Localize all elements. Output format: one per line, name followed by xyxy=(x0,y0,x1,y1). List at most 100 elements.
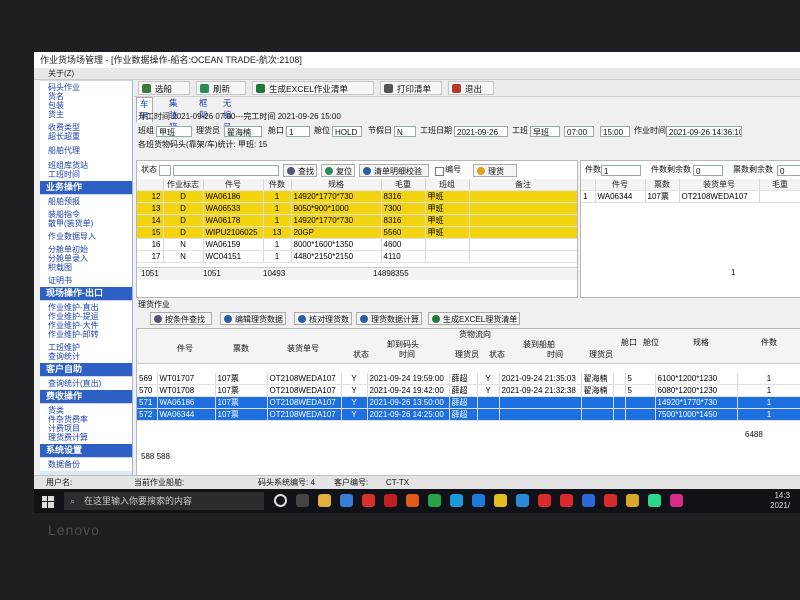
app-icon[interactable] xyxy=(406,494,419,507)
table-row[interactable]: 1 WA06344 107票 OT2108WEDA107 xyxy=(581,190,800,203)
clock[interactable]: 14:3 2021/ xyxy=(770,491,790,511)
app-icon[interactable] xyxy=(626,494,639,507)
sidebar-item[interactable]: 理货费计算 xyxy=(48,433,128,442)
app-icon[interactable] xyxy=(494,494,507,507)
table-row[interactable]: 572 WA06344 107票 OT2108WEDA107 Y 2021-09-26 1… xyxy=(137,408,800,421)
table-row[interactable]: 569 WT01707 107票 OT2108WEDA107 Y 2021-09-24 1… xyxy=(137,373,800,385)
table-row[interactable]: 12 D WA06186 1 14920*1770*730 8316 甲班 xyxy=(137,190,577,203)
sidebar-item[interactable]: 积载图 xyxy=(48,263,128,272)
sidebar-item[interactable]: 船舶预报 xyxy=(48,197,128,206)
sidebar-item[interactable]: 船舶代理 xyxy=(48,146,128,155)
sidebar-item[interactable]: 超长超重 xyxy=(48,132,128,141)
sidebar-item[interactable]: 计费项目 xyxy=(48,424,128,433)
class-select[interactable]: 早班 xyxy=(530,126,560,137)
edit-tally-button[interactable]: 编辑理货数据 xyxy=(220,312,286,325)
windows-start-icon[interactable] xyxy=(42,495,54,508)
menu-about[interactable]: 关于(Z) xyxy=(34,68,800,80)
sidebar-item[interactable]: 码头作业 xyxy=(48,83,128,92)
sidebar-item[interactable]: 包装 xyxy=(48,101,128,110)
sidebar-item[interactable]: 件杂货费率 xyxy=(48,415,128,424)
start-time-field[interactable]: 07:00 xyxy=(564,126,594,137)
sidebar-item[interactable]: 收费类型 xyxy=(48,123,128,132)
sidebar-head-export[interactable]: 现场操作-出口 xyxy=(40,287,132,300)
sidebar-item[interactable]: 工班维护 xyxy=(48,343,128,352)
sidebar-item[interactable]: 班组库货站 xyxy=(48,161,128,170)
print-list-button[interactable]: 打印清单 xyxy=(380,81,442,95)
refresh-button[interactable]: 刷新 xyxy=(196,81,246,95)
table-row[interactable]: 13 D WA06533 1 9050*900*1000 7300 甲班 xyxy=(137,202,577,215)
taskbar-search[interactable]: ⌕ 在这里输入你要搜索的内容 xyxy=(64,492,264,510)
remain-field[interactable]: 0 xyxy=(693,165,723,176)
app-icon[interactable] xyxy=(362,494,375,507)
date-field[interactable]: 2021-09-26 xyxy=(454,126,508,137)
folder-icon[interactable] xyxy=(318,494,331,507)
sidebar-item[interactable]: 查询统计(直出) xyxy=(48,379,128,388)
excel-tally-button[interactable]: 生成EXCEL理货清单 xyxy=(428,312,520,325)
sidebar-head-fees[interactable]: 费收操作 xyxy=(40,390,132,403)
grid-header: 票数 xyxy=(645,179,680,191)
tally-button[interactable]: 理货 xyxy=(473,164,517,177)
conditional-find-button[interactable]: 按条件查找 xyxy=(150,312,212,325)
app-icon[interactable] xyxy=(472,494,485,507)
tallyman-select[interactable]: 翟海楠 xyxy=(224,126,262,137)
sidebar-item[interactable]: 查询统计 xyxy=(48,352,128,361)
sidebar-item[interactable]: 作业维护-大件 xyxy=(48,321,128,330)
sidebar-item[interactable]: 数据备份 xyxy=(48,460,128,469)
app-icon[interactable] xyxy=(428,494,441,507)
sidebar-item[interactable]: 货主 xyxy=(48,110,128,119)
task-view-icon[interactable] xyxy=(296,494,309,507)
hatch-select[interactable]: 1 xyxy=(286,126,310,137)
select-ship-button[interactable]: 选船 xyxy=(138,81,190,95)
app-icon[interactable] xyxy=(648,494,661,507)
sidebar-item[interactable]: 作业维护-提运 xyxy=(48,312,128,321)
table-row[interactable]: 14 D WA06178 1 14920*1770*730 8316 甲班 xyxy=(137,214,577,227)
shift-select[interactable]: 甲班 xyxy=(156,126,192,137)
number-checkbox[interactable] xyxy=(435,167,444,176)
find-button[interactable]: 查找 xyxy=(283,164,317,177)
count-field[interactable]: 1 xyxy=(601,165,641,176)
app-icon[interactable] xyxy=(560,494,573,507)
calc-tally-button[interactable]: 理货数据计算 xyxy=(356,312,422,325)
sidebar-head-business[interactable]: 业务操作 xyxy=(40,181,132,194)
sidebar-item[interactable]: 散甲(装货单) xyxy=(48,219,128,228)
table-row[interactable]: 570 WT01708 107票 OT2108WEDA107 Y 2021-09-24 1… xyxy=(137,384,800,397)
table-row[interactable]: 16 N WA06159 1 8000*1600*1350 4600 xyxy=(137,238,577,251)
sidebar-head-client[interactable]: 客户自助 xyxy=(40,363,132,376)
cell-qty: 1 xyxy=(263,214,292,227)
search-input[interactable] xyxy=(173,165,279,176)
app-icon[interactable] xyxy=(450,494,463,507)
end-time-field[interactable]: 15:00 xyxy=(600,126,630,137)
sidebar-item[interactable]: 分舱单初始 xyxy=(48,245,128,254)
table-row[interactable]: 17 N WC04151 1 4480*2150*2150 4110 xyxy=(137,250,577,263)
app-icon[interactable] xyxy=(340,494,353,507)
excel-job-list-button[interactable]: 生成EXCEL作业清单 xyxy=(252,81,374,95)
sidebar-item[interactable]: 货名 xyxy=(48,92,128,101)
cortana-icon[interactable] xyxy=(274,494,287,507)
exit-button[interactable]: 退出 xyxy=(448,81,494,95)
state-select[interactable] xyxy=(159,165,171,176)
sidebar-item[interactable]: 工班时间 xyxy=(48,170,128,179)
reset-button[interactable]: 复位 xyxy=(321,164,355,177)
verify-list-button[interactable]: 清单明细校验 xyxy=(359,164,429,177)
sidebar-item[interactable]: 货类 xyxy=(48,406,128,415)
sidebar-item[interactable]: 分舱单录入 xyxy=(48,254,128,263)
app-icon[interactable] xyxy=(604,494,617,507)
sidebar-item[interactable]: 装船指令 xyxy=(48,210,128,219)
holiday-select[interactable]: N xyxy=(394,126,416,137)
sidebar-head-system[interactable]: 系统设置 xyxy=(40,444,132,457)
sidebar-item[interactable]: 作业维护-卸转 xyxy=(48,330,128,339)
check-tally-button[interactable]: 核对理货数 xyxy=(294,312,352,325)
worktime-field[interactable]: 2021-09-26 14:36:10 xyxy=(666,126,742,137)
sidebar-item[interactable]: 作业维护-直出 xyxy=(48,303,128,312)
ticket-remain-field[interactable]: 0 xyxy=(777,165,800,176)
app-icon[interactable] xyxy=(582,494,595,507)
app-icon[interactable] xyxy=(516,494,529,507)
sidebar-item[interactable]: 作业数据导入 xyxy=(48,232,128,241)
sidebar-item[interactable]: 证明书 xyxy=(48,276,128,285)
table-row[interactable]: 15 D WIPU2106025 13 20GP 5560 甲班 xyxy=(137,226,577,239)
app-icon[interactable] xyxy=(384,494,397,507)
table-row[interactable]: 571 WA06186 107票 OT2108WEDA107 Y 2021-09-26 1… xyxy=(137,396,800,409)
app-icon[interactable] xyxy=(538,494,551,507)
position-select[interactable]: HOLD xyxy=(332,126,362,137)
app-icon[interactable] xyxy=(670,494,683,507)
